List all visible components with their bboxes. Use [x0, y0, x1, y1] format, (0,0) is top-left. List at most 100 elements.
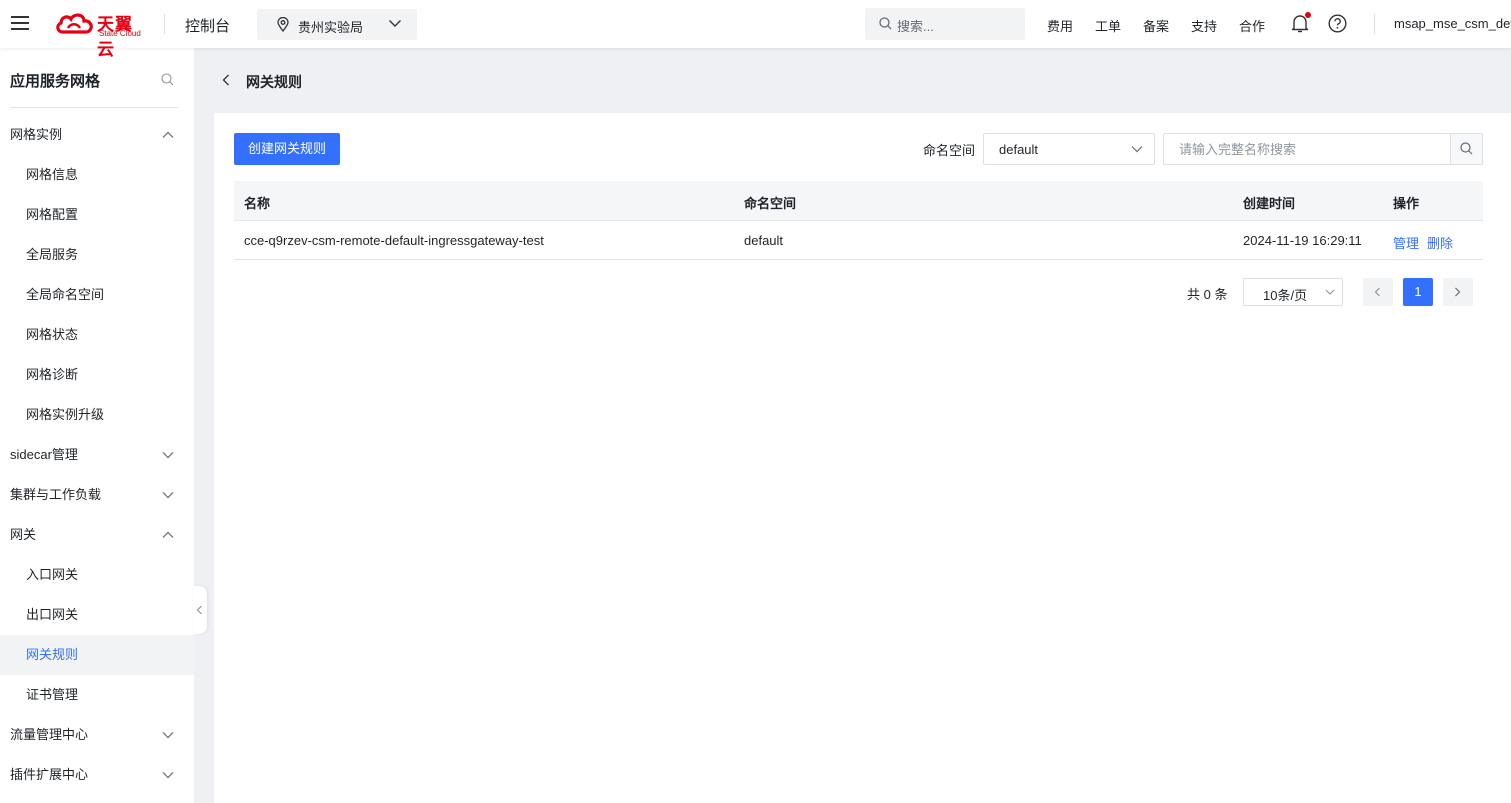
pagination-total: 共 0 条 [1187, 287, 1228, 302]
manage-link[interactable]: 管理 [1393, 233, 1419, 252]
chevron-left-icon [1374, 287, 1380, 297]
cloud-logo-icon [56, 13, 93, 34]
state-cloud-logo[interactable]: 天翼云 State Cloud [55, 10, 147, 59]
sidebar-item-global-namespace[interactable]: 全局命名空间 [0, 275, 194, 315]
sidebar-item-mesh-info[interactable]: 网格信息 [0, 155, 194, 195]
sidebar-title: 应用服务网格 [10, 73, 101, 90]
sidebar-group-mesh-instance[interactable]: 网格实例 [0, 115, 194, 155]
namespace-label: 命名空间 [923, 143, 976, 158]
page-size-select[interactable]: 10条/页 [1243, 278, 1343, 306]
nav-billing[interactable]: 费用 [1047, 16, 1073, 35]
nav-ticket[interactable]: 工单 [1095, 16, 1121, 35]
sidebar-group-gateway[interactable]: 网关 [0, 515, 194, 555]
sidebar-item-label: 全局服务 [26, 247, 79, 262]
create-gateway-rule-button[interactable]: 创建网关规则 [234, 133, 340, 165]
region-selector[interactable]: 贵州实验局 [257, 9, 417, 40]
chevron-down-icon [389, 20, 401, 27]
column-header-actions: 操作 [1393, 196, 1420, 211]
nav-filing[interactable]: 备案 [1143, 16, 1169, 35]
sidebar-item-label: 网格实例升级 [26, 407, 105, 422]
sidebar-item-certificates[interactable]: 证书管理 [0, 675, 194, 715]
console-link[interactable]: 控制台 [185, 15, 230, 36]
page-title: 网关规则 [246, 74, 302, 90]
sidebar-item-label: 网格配置 [26, 207, 79, 222]
column-header-namespace: 命名空间 [744, 196, 797, 211]
hamburger-menu-icon[interactable] [11, 15, 29, 31]
sidebar-item-label: 出口网关 [26, 607, 79, 622]
next-page-button[interactable] [1443, 278, 1473, 306]
sidebar-group-sidecar[interactable]: sidecar管理 [0, 435, 194, 475]
user-divider [1374, 14, 1375, 34]
search-icon [879, 17, 892, 30]
content-card: 创建网关规则 命名空间 default 名称 命名空间 创建时间 操作 cce-… [214, 113, 1511, 803]
sidebar-item-egress-gateway[interactable]: 出口网关 [0, 595, 194, 635]
chevron-down-icon [162, 732, 174, 739]
sidebar-item-gateway-rules[interactable]: 网关规则 [0, 635, 194, 675]
chevron-left-icon [222, 74, 229, 86]
sidebar: 应用服务网格 网格实例 网格信息 网格配置 全局服务 全局命名空间 网格状态 网… [0, 48, 194, 803]
cell-created: 2024-11-19 16:29:11 [1243, 233, 1362, 248]
top-bar: 天翼云 State Cloud 控制台 贵州实验局 搜索... 费用 工单 备案… [0, 0, 1511, 59]
sidebar-item-mesh-config[interactable]: 网格配置 [0, 195, 194, 235]
page-size-value: 10条/页 [1263, 288, 1308, 303]
chevron-up-icon [162, 531, 174, 538]
sidebar-item-ingress-gateway[interactable]: 入口网关 [0, 555, 194, 595]
table-row: cce-q9rzev-csm-remote-default-ingressgat… [234, 221, 1483, 260]
chevron-left-icon [196, 605, 202, 615]
logo-text-en: State Cloud [99, 29, 141, 38]
chevron-right-icon [1455, 287, 1461, 297]
sidebar-item-label: 全局命名空间 [26, 287, 105, 302]
table-header: 名称 命名空间 创建时间 操作 [234, 181, 1483, 221]
location-pin-icon [277, 17, 289, 32]
notification-bell-icon[interactable] [1291, 12, 1311, 36]
namespace-select-value: default [999, 142, 1039, 157]
chevron-up-icon [162, 131, 174, 138]
global-search-placeholder: 搜索... [897, 19, 934, 34]
sidebar-item-mesh-status[interactable]: 网格状态 [0, 315, 194, 355]
sidebar-group-plugin[interactable]: 插件扩展中心 [0, 755, 194, 795]
column-header-created: 创建时间 [1243, 196, 1296, 211]
sidebar-item-mesh-upgrade[interactable]: 网格实例升级 [0, 395, 194, 435]
nav-support[interactable]: 支持 [1191, 16, 1217, 35]
search-icon [1460, 142, 1473, 155]
sidebar-item-label: 证书管理 [26, 687, 79, 702]
name-search-box [1163, 133, 1483, 165]
sidebar-group-label: 网关 [10, 527, 37, 542]
sidebar-item-label: 入口网关 [26, 567, 79, 582]
sidebar-item-label: 网格状态 [26, 327, 79, 342]
chevron-down-icon [1131, 146, 1143, 153]
sidebar-item-mesh-diagnosis[interactable]: 网格诊断 [0, 355, 194, 395]
header-divider [164, 14, 165, 34]
page-number-current[interactable]: 1 [1403, 278, 1433, 306]
sidebar-collapse-handle[interactable] [193, 586, 207, 634]
name-search-button[interactable] [1450, 134, 1482, 164]
user-account[interactable]: msap_mse_csm_dev [1394, 16, 1511, 31]
global-search[interactable]: 搜索... [865, 8, 1025, 40]
sidebar-item-label: 网格诊断 [26, 367, 79, 382]
back-button[interactable] [214, 64, 238, 96]
name-search-input[interactable] [1164, 134, 1450, 164]
sidebar-item-label: 网关规则 [26, 647, 79, 662]
sidebar-group-cluster[interactable]: 集群与工作负载 [0, 475, 194, 515]
region-label: 贵州实验局 [298, 20, 364, 35]
namespace-select[interactable]: default [983, 133, 1155, 165]
nav-partner[interactable]: 合作 [1239, 16, 1265, 35]
sidebar-group-label: sidecar管理 [10, 447, 78, 462]
sidebar-group-traffic[interactable]: 流量管理中心 [0, 715, 194, 755]
chevron-down-icon [1325, 289, 1335, 295]
prev-page-button[interactable] [1363, 278, 1393, 306]
cell-name: cce-q9rzev-csm-remote-default-ingressgat… [244, 233, 544, 248]
sidebar-group-label: 流量管理中心 [10, 727, 89, 742]
help-icon[interactable] [1328, 14, 1347, 36]
cell-namespace: default [744, 233, 784, 248]
sidebar-group-label: 集群与工作负载 [10, 487, 102, 502]
delete-link[interactable]: 删除 [1427, 233, 1453, 252]
notification-dot [1305, 12, 1311, 18]
sidebar-divider [10, 107, 178, 108]
sidebar-group-label: 网格实例 [10, 127, 63, 142]
sidebar-item-label: 网格信息 [26, 167, 79, 182]
sidebar-search-icon[interactable] [161, 73, 174, 86]
sidebar-item-global-service[interactable]: 全局服务 [0, 235, 194, 275]
chevron-down-icon [162, 452, 174, 459]
chevron-down-icon [162, 772, 174, 779]
